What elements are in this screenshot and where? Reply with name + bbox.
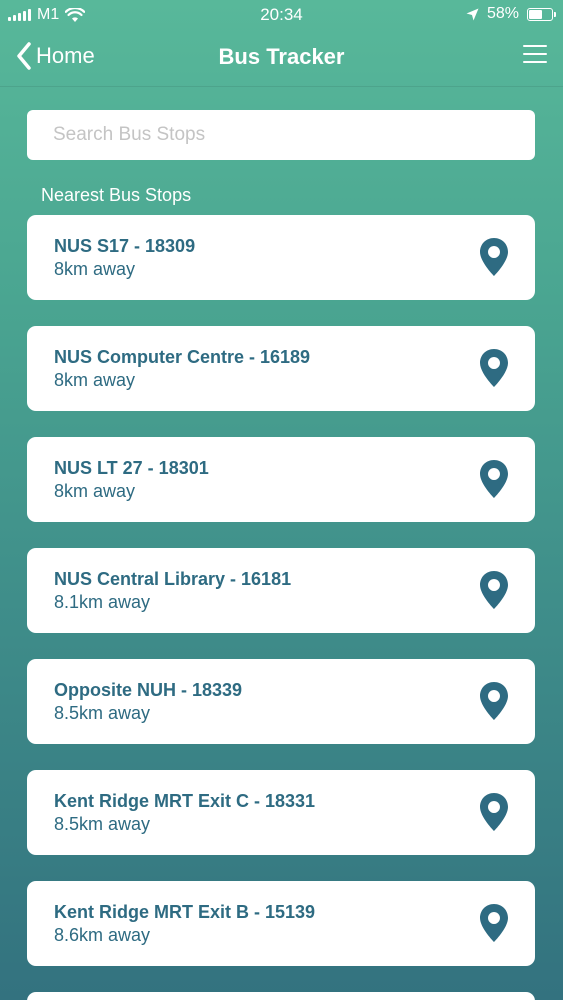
stop-distance: 8.5km away [54,703,151,723]
stop-name: NUS LT 27 - 18301 [54,458,209,478]
stop-card[interactable]: NUS LT 27 - 18301 8km away [27,437,535,522]
status-right: 58% [466,5,556,23]
battery-fill [529,9,542,19]
stop-card[interactable]: NUS Computer Centre - 16189 8km away [27,326,535,411]
page-title: Bus Tracker [218,44,345,69]
section-label: Nearest Bus Stops [41,185,192,205]
map-pin-icon[interactable] [479,459,509,499]
stop-card[interactable]: Opposite NUH - 18339 8.5km away [27,659,535,744]
search-input[interactable] [27,110,535,160]
hamburger-menu-icon [523,45,547,63]
map-pin-icon[interactable] [479,792,509,832]
stop-card[interactable]: Kent Ridge MRT Exit C - 18331 8.5km away [27,770,535,855]
stop-card[interactable]: Kent Ridge MRT Exit B - 15139 8.6km away [27,881,535,966]
map-pin-icon[interactable] [479,570,509,610]
status-bar: M1 20:34 58% [0,0,563,30]
map-pin-icon[interactable] [479,348,509,388]
stop-card-partial[interactable] [27,992,535,1000]
nav-divider [0,86,563,87]
stop-name: NUS Computer Centre - 16189 [54,347,311,367]
stop-list: NUS S17 - 18309 8km away NUS Computer Ce… [27,215,535,992]
stop-name: Kent Ridge MRT Exit C - 18331 [54,791,316,811]
location-arrow-icon [466,8,479,20]
stop-distance: 8.5km away [54,814,151,834]
map-pin-icon[interactable] [479,681,509,721]
map-pin-icon[interactable] [479,903,509,943]
stop-name: Opposite NUH - 18339 [54,680,243,700]
stop-distance: 8.1km away [54,592,151,612]
stop-distance: 8km away [54,481,136,501]
stop-name: NUS Central Library - 16181 [54,569,292,589]
stop-name: NUS S17 - 18309 [54,236,196,256]
battery-icon [527,7,556,21]
stop-name: Kent Ridge MRT Exit B - 15139 [54,902,316,922]
stop-card[interactable]: NUS Central Library - 16181 8.1km away [27,548,535,633]
map-pin-icon[interactable] [479,237,509,277]
nav-bar: Home Bus Tracker [0,30,563,86]
stop-distance: 8.6km away [54,925,151,945]
stop-distance: 8km away [54,259,136,279]
battery-percent: 58% [486,5,519,22]
menu-button[interactable] [523,45,547,67]
stop-card[interactable]: NUS S17 - 18309 8km away [27,215,535,300]
stop-distance: 8km away [54,370,136,390]
